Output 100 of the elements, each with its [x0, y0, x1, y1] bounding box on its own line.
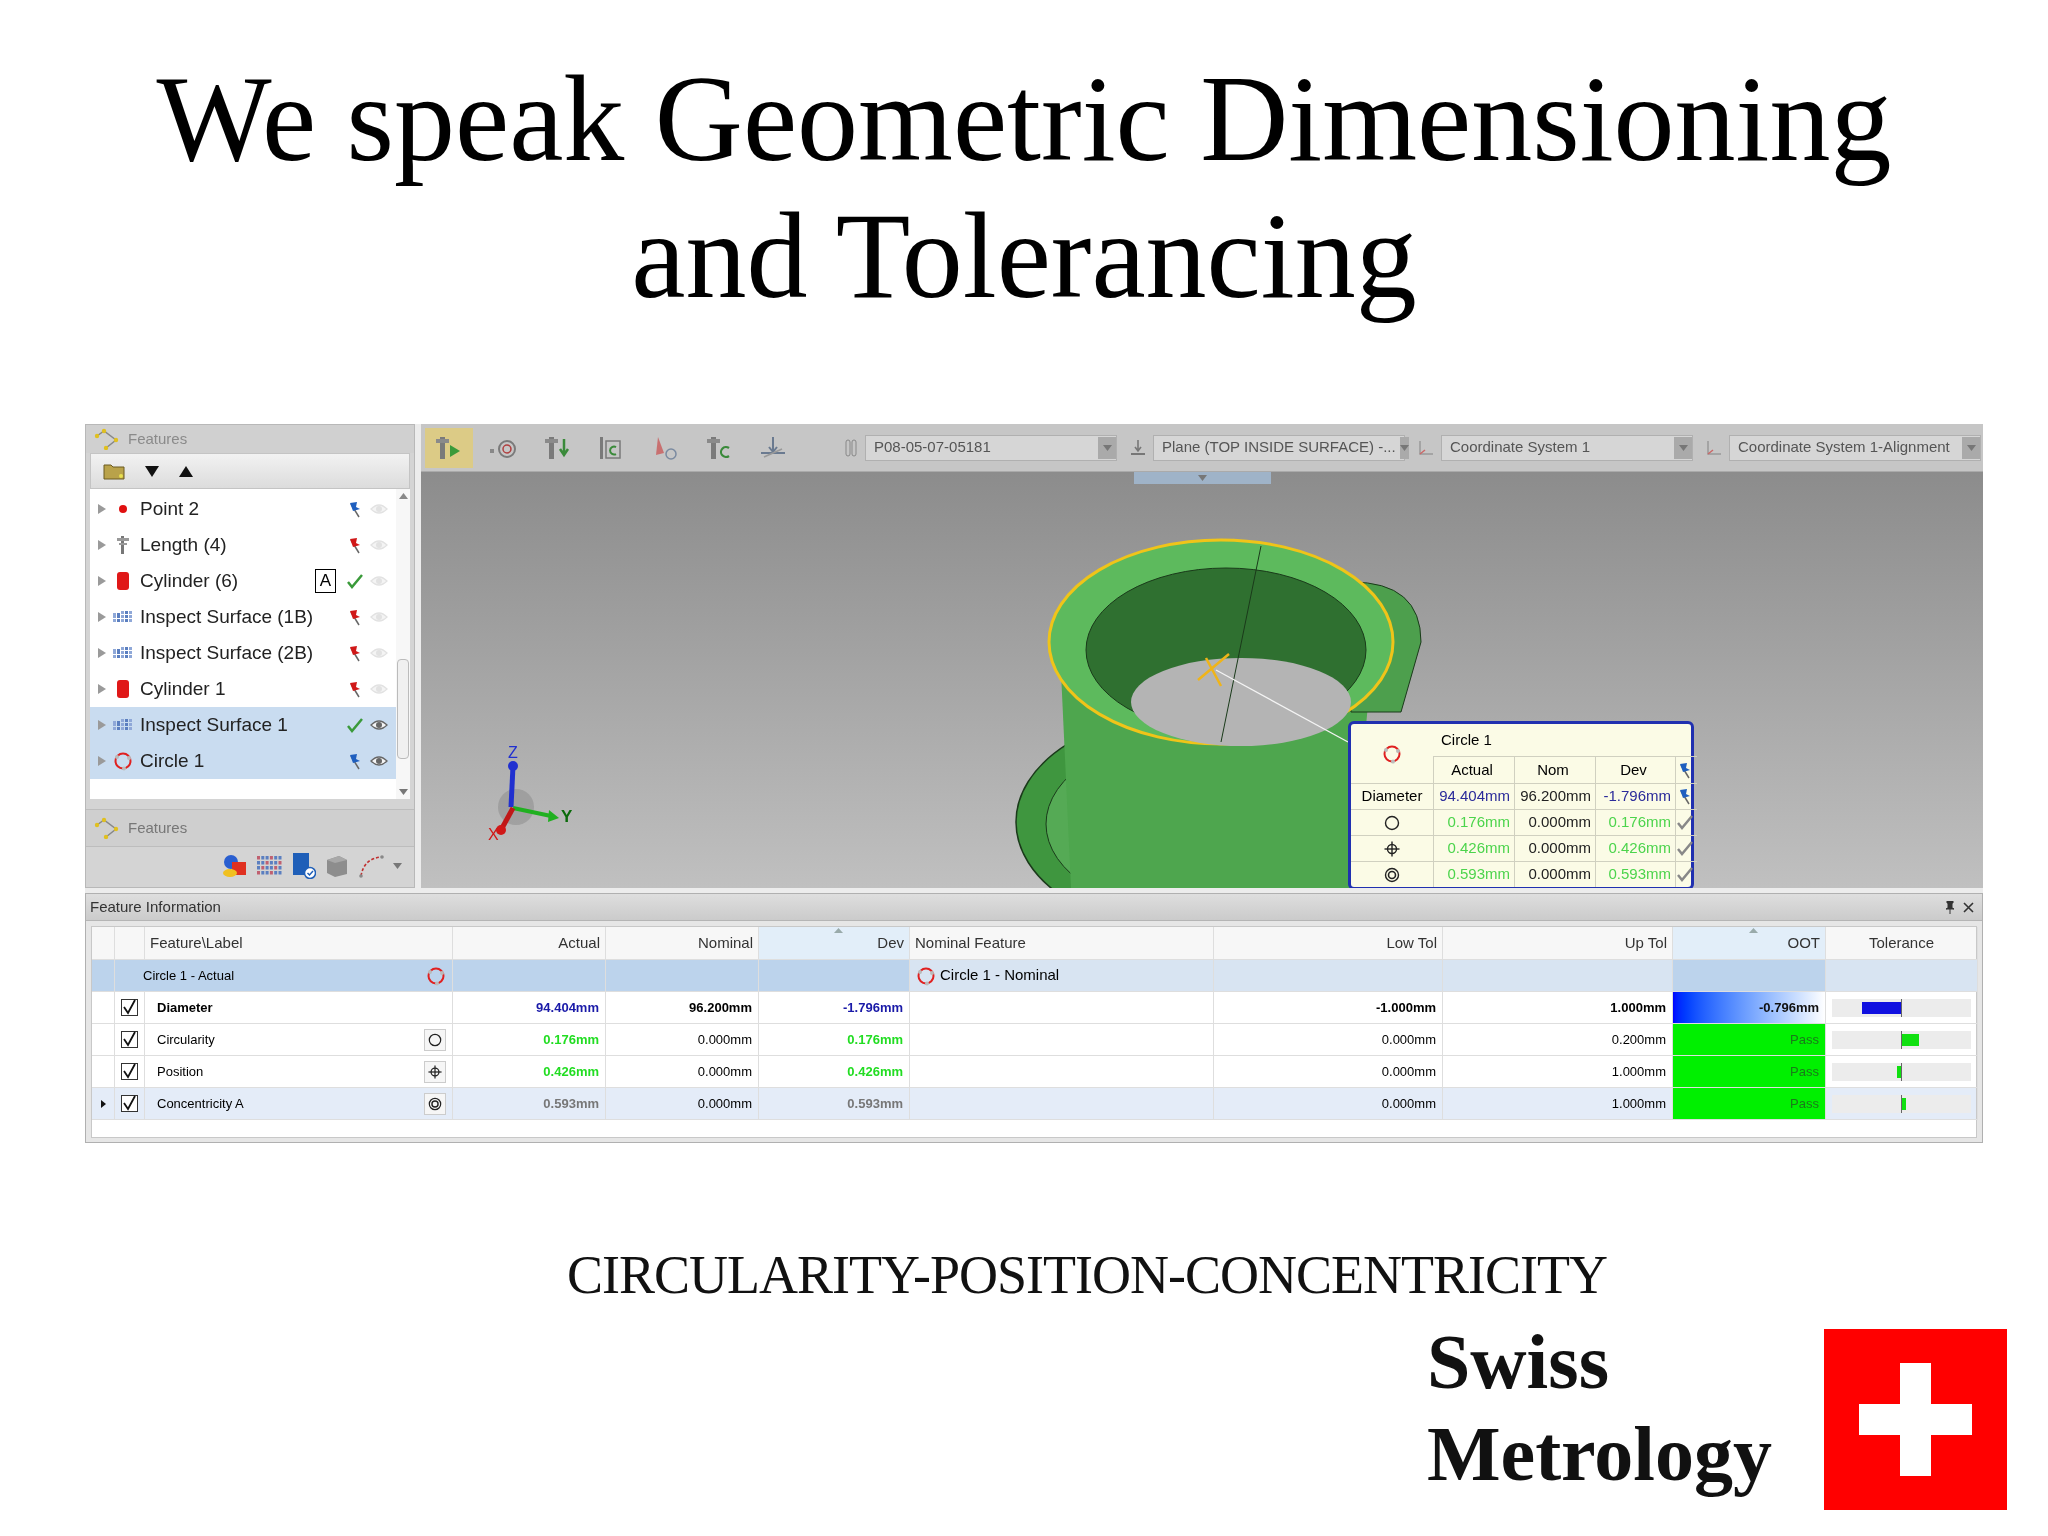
feature-label: Length (4): [140, 532, 228, 557]
plane-arrow-icon: [1129, 438, 1147, 457]
expand-arrow-icon[interactable]: [98, 576, 106, 586]
oot-value: Pass: [1673, 1056, 1826, 1088]
expand-arrow-icon[interactable]: [98, 720, 106, 730]
table-row[interactable]: Concentricity A 0.593mm 0.000mm 0.593mm 0.000mm 1.000mm Pass: [92, 1088, 1976, 1120]
folder-icon[interactable]: [103, 462, 125, 480]
caliper-icon: [117, 536, 129, 554]
concentric-circles-icon: [1384, 866, 1400, 883]
feature-label: Point 2: [140, 496, 201, 521]
flag-icon: [1677, 761, 1693, 779]
eye-icon[interactable]: [370, 755, 388, 767]
oot-value: Pass: [1673, 1088, 1826, 1120]
curve-icon[interactable]: [358, 854, 384, 878]
checkbox[interactable]: [121, 1095, 138, 1112]
circle-icon: [1382, 743, 1402, 764]
column-header: Nom: [1514, 756, 1595, 783]
circle-icon: [113, 751, 133, 771]
caret-icon: [1678, 444, 1688, 451]
callout-value: 0.000mm: [1514, 835, 1595, 861]
down-arrow-icon[interactable]: [145, 465, 159, 477]
callout-value: 0.176mm: [1595, 809, 1675, 835]
nominal-value: 0.000mm: [606, 1088, 759, 1120]
actual-value: 0.593mm: [453, 1088, 606, 1120]
feature-label: Inspect Surface 1: [140, 712, 289, 737]
scroll-up-icon[interactable]: [398, 493, 408, 499]
expand-arrow-icon[interactable]: [98, 612, 106, 622]
callout-value: 0.176mm: [1433, 809, 1514, 835]
callout-value: -1.796mm: [1595, 783, 1675, 809]
table-row[interactable]: Circularity 0.176mm 0.000mm 0.176mm 0.000mm 0.200mm Pass: [92, 1024, 1976, 1056]
flag-icon: [1677, 788, 1693, 805]
dropdown-field[interactable]: P08-05-07-05181: [865, 434, 1117, 461]
checkbox[interactable]: [121, 999, 138, 1016]
flag-icon: [347, 752, 363, 770]
chain-icon: [843, 438, 859, 457]
panel-title: Feature Information: [90, 896, 221, 917]
shapes-icon[interactable]: [222, 854, 248, 878]
feature-item[interactable]: Circle 1: [90, 743, 396, 779]
document-check-icon[interactable]: [292, 853, 316, 879]
panel-title: Features: [128, 428, 188, 449]
slide-title: and Tolerancing: [631, 187, 1417, 324]
checkbox[interactable]: [121, 1031, 138, 1048]
probe-down-icon: [542, 434, 572, 461]
feature-name: Concentricity A: [157, 1094, 244, 1113]
grid-icon[interactable]: [257, 856, 283, 876]
column-header[interactable]: Dev: [759, 927, 910, 960]
callout-value: 0.593mm: [1595, 861, 1675, 887]
eye-icon[interactable]: [370, 719, 388, 731]
circle-icon: [916, 965, 936, 986]
close-icon[interactable]: [1963, 901, 1974, 913]
cylinder-icon: [117, 680, 129, 698]
caret-icon: [393, 863, 402, 869]
group-label: Circle 1 - Nominal: [940, 965, 1060, 986]
axis-label: X: [488, 826, 499, 842]
table-row[interactable]: Diameter 94.404mm 96.200mm -1.796mm -1.000mm 1.000mm -0.796mm: [92, 992, 1976, 1024]
feature-name: Circularity: [157, 1030, 215, 1049]
grid-icon: [113, 719, 133, 731]
feature-item[interactable]: Inspect Surface 1: [90, 707, 396, 743]
up-arrow-icon[interactable]: [179, 465, 193, 477]
expand-arrow-icon[interactable]: [98, 756, 106, 766]
flag-icon: [347, 680, 363, 698]
dot-icon: [119, 505, 127, 513]
callout-value: 0.593mm: [1433, 861, 1514, 887]
cube-icon[interactable]: [325, 854, 349, 878]
table-row[interactable]: Position 0.426mm 0.000mm 0.426mm 0.000mm 1.000mm Pass: [92, 1056, 1976, 1088]
pin-icon[interactable]: [1945, 900, 1955, 914]
expand-arrow-icon[interactable]: [98, 648, 106, 658]
circle-icon: [426, 965, 446, 986]
scroll-down-icon: [398, 789, 408, 795]
checkbox[interactable]: [121, 1063, 138, 1080]
feature-label: Cylinder (6): [140, 568, 240, 593]
expand-arrow-icon[interactable]: [98, 684, 106, 694]
callout-value: 0.426mm: [1433, 835, 1514, 861]
grid-icon: [113, 611, 133, 623]
crosshair-icon: [1384, 840, 1400, 857]
feature-name: Position: [157, 1062, 204, 1081]
scrollbar[interactable]: [396, 489, 410, 799]
dropdown-field[interactable]: Coordinate System 1-Alignment: [1729, 434, 1981, 461]
scrollbar-thumb[interactable]: [397, 659, 409, 759]
expand-arrow-icon[interactable]: [98, 504, 106, 514]
group-label: Circle 1 - Actual: [143, 966, 235, 985]
flag-icon: [347, 536, 363, 554]
toolbar-button[interactable]: [425, 427, 473, 468]
flag-icon: [347, 644, 363, 662]
callout-value: 96.200mm: [1514, 783, 1595, 809]
low-tol-value: 0.000mm: [1214, 1088, 1443, 1120]
expand-arrow-icon[interactable]: [98, 540, 106, 550]
oot-value: Pass: [1673, 1024, 1826, 1056]
callout-value: 94.404mm: [1433, 783, 1514, 809]
row-pointer-icon: [100, 1099, 106, 1108]
axis-label: Z: [508, 744, 518, 761]
dropdown-field[interactable]: Coordinate System 1: [1441, 434, 1693, 461]
column-header[interactable]: OOT: [1673, 927, 1826, 960]
caret-icon: [1399, 444, 1409, 451]
collapse-handle[interactable]: [1134, 472, 1271, 484]
oot-value: -0.796mm: [1673, 992, 1826, 1024]
feature-label: Inspect Surface (2B): [140, 640, 315, 665]
node-diagram-icon: [94, 817, 120, 839]
flag-icon: [347, 608, 363, 626]
node-diagram-icon: [94, 428, 120, 450]
